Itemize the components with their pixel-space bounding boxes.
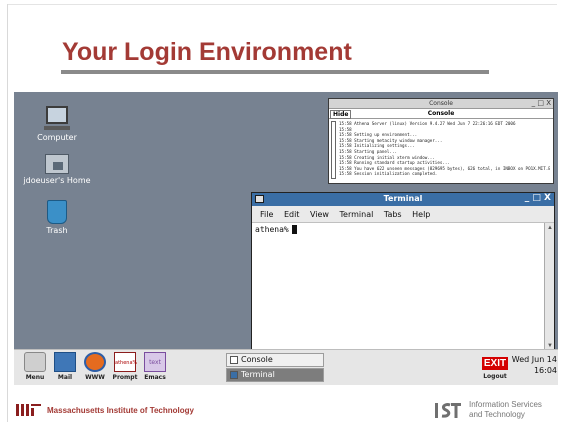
launcher-www[interactable]: WWW	[80, 352, 110, 381]
launcher-mail[interactable]: Mail	[50, 352, 80, 381]
terminal-window[interactable]: Terminal _ □ X File Edit View Terminal T…	[251, 192, 555, 352]
launcher-label: Menu	[25, 374, 45, 381]
console-scrollbar[interactable]	[331, 121, 336, 179]
desktop-icon-computer[interactable]: Computer	[22, 106, 92, 142]
desktop-screenshot: Computer jdoeuser's Home Trash Console _…	[14, 92, 558, 385]
terminal-window-title: Terminal	[383, 194, 423, 203]
desktop-icon-label: Computer	[37, 133, 77, 142]
terminal-prompt: athena%	[255, 225, 289, 234]
bottom-panel: Menu Mail WWW athena% Prompt text Emacs …	[14, 349, 558, 385]
ist-logo-icon	[435, 403, 461, 418]
ist-name-line2: and Technology	[469, 410, 525, 419]
terminal-window-controls[interactable]: _ □ X	[525, 193, 551, 203]
computer-icon	[44, 106, 70, 130]
firefox-icon	[84, 352, 106, 372]
desktop-icon-label: jdoeuser's Home	[23, 176, 91, 185]
launcher-label: Mail	[57, 374, 73, 381]
menu-terminal[interactable]: Terminal	[340, 210, 374, 219]
trash-icon	[47, 200, 67, 224]
emacs-icon: text	[144, 352, 166, 372]
slide-frame-top	[7, 4, 557, 5]
terminal-body[interactable]: athena%	[252, 223, 544, 351]
taskbar-item-terminal[interactable]: Terminal	[226, 368, 324, 382]
menu-tabs[interactable]: Tabs	[384, 210, 402, 219]
text-cursor	[291, 225, 297, 234]
title-rule	[61, 70, 489, 74]
ist-name: Information Services and Technology	[469, 400, 542, 420]
scroll-up-arrow-icon[interactable]: ▲	[547, 225, 553, 231]
terminal-menubar: File Edit View Terminal Tabs Help	[252, 206, 554, 223]
logout-button[interactable]: EXIT Logout	[481, 353, 509, 383]
clock-date: Wed Jun 14	[511, 355, 557, 364]
panel-clock[interactable]: Wed Jun 14 16:04	[511, 354, 557, 376]
launcher-label: Prompt	[112, 374, 138, 381]
console-log: 15:58 Athena Server (linux) Version 9.4.…	[339, 121, 550, 177]
taskbar-item-console[interactable]: Console	[226, 353, 324, 367]
launcher-label: WWW	[85, 374, 105, 381]
menu-icon	[24, 352, 46, 372]
launcher-label: Emacs	[144, 374, 166, 381]
console-menubar: Hide Console	[329, 109, 553, 119]
console-window-controls[interactable]: _ □ X	[532, 99, 551, 107]
desktop-icon-home[interactable]: jdoeuser's Home	[22, 154, 92, 185]
console-titlebar[interactable]: Console _ □ X	[329, 99, 553, 109]
taskbar-item-label: Console	[241, 355, 273, 364]
terminal-scrollbar[interactable]: ▲ ▼	[544, 223, 554, 351]
launcher-emacs[interactable]: text Emacs	[140, 352, 170, 381]
slide-title: Your Login Environment	[62, 38, 352, 66]
console-header: Console	[427, 110, 455, 117]
menu-edit[interactable]: Edit	[284, 210, 300, 219]
console-window-title: Console	[429, 100, 453, 107]
clock-time: 16:04	[533, 366, 557, 375]
terminal-titlebar[interactable]: Terminal _ □ X	[252, 193, 554, 206]
launcher-menu[interactable]: Menu	[20, 352, 50, 381]
prompt-icon: athena%	[114, 352, 137, 372]
menu-file[interactable]: File	[260, 210, 273, 219]
exit-icon: EXIT	[481, 357, 509, 370]
taskbar-item-label: Terminal	[241, 370, 275, 379]
console-line: 15:58 Session initialization completed.	[339, 171, 438, 177]
institution-name: Massachusetts Institute of Technology	[47, 406, 194, 415]
mit-logo-icon	[16, 404, 41, 416]
terminal-task-icon	[230, 371, 238, 379]
logout-label: Logout	[483, 373, 507, 380]
slide-frame-left	[7, 4, 8, 422]
menu-help[interactable]: Help	[412, 210, 430, 219]
mail-icon	[54, 352, 76, 372]
home-folder-icon	[45, 154, 69, 174]
menu-view[interactable]: View	[310, 210, 329, 219]
desktop-icon-trash[interactable]: Trash	[22, 200, 92, 235]
desktop-icon-label: Trash	[46, 226, 68, 235]
ist-name-line1: Information Services	[469, 400, 542, 409]
console-window[interactable]: Console _ □ X Hide Console 15:58 Athena …	[328, 98, 554, 184]
launcher-prompt[interactable]: athena% Prompt	[110, 352, 140, 381]
console-task-icon	[230, 356, 238, 364]
